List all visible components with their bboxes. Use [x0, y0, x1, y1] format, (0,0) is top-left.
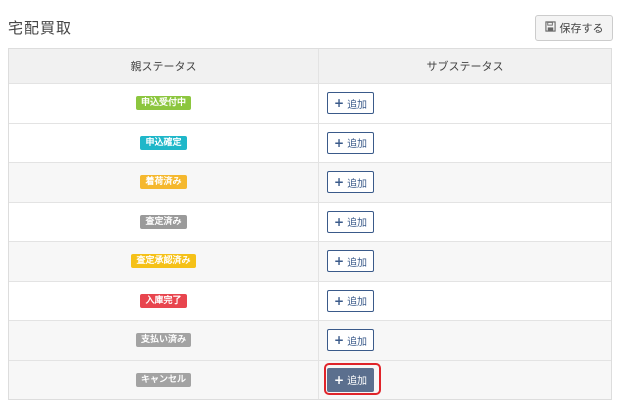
table-row: 査定承認済み + 追加: [9, 241, 611, 281]
add-button-label: 追加: [347, 336, 368, 348]
plus-icon: +: [334, 333, 345, 348]
focus-highlight: [324, 363, 381, 395]
table-row: 入庫完了 + 追加: [9, 280, 611, 320]
save-icon: [544, 21, 556, 35]
add-sub-status-button[interactable]: + 追加: [327, 250, 375, 273]
column-header-parent-status: 親ステータス: [130, 60, 197, 73]
table-row: 申込受付中 + 追加: [9, 83, 611, 123]
save-button[interactable]: 保存する: [535, 15, 613, 41]
add-button-label: 追加: [347, 99, 368, 111]
add-sub-status-button[interactable]: + 追加: [327, 92, 375, 115]
table-row: キャンセル + 追加: [9, 359, 611, 399]
add-sub-status-button[interactable]: + 追加: [327, 329, 375, 352]
plus-icon: +: [334, 214, 345, 229]
column-header-sub-status: サブステータス: [426, 60, 504, 73]
add-button-label: 追加: [347, 218, 368, 230]
table-row: 着荷済み + 追加: [9, 162, 611, 202]
add-button-label: 追加: [347, 297, 368, 309]
table-row: 支払い済み + 追加: [9, 320, 611, 360]
status-badge: 支払い済み: [135, 333, 191, 348]
plus-icon: +: [334, 254, 345, 269]
plus-icon: +: [334, 135, 345, 150]
page-header: 宅配買取 保存する: [0, 0, 621, 48]
add-sub-status-button[interactable]: + 追加: [327, 171, 375, 194]
status-badge: 申込確定: [140, 135, 187, 150]
add-sub-status-button[interactable]: + 追加: [327, 289, 375, 312]
page-title: 宅配買取: [8, 19, 73, 37]
add-sub-status-button[interactable]: + 追加: [327, 131, 375, 154]
status-badge: 申込受付中: [135, 96, 191, 111]
add-sub-status-button[interactable]: + 追加: [327, 210, 375, 233]
plus-icon: +: [334, 293, 345, 308]
status-badge: 査定承認済み: [131, 254, 196, 269]
table-row: 申込確定 + 追加: [9, 122, 611, 162]
status-badge: 入庫完了: [140, 293, 187, 308]
table-header-row: 親ステータス サブステータス: [9, 49, 611, 83]
add-button-label: 追加: [347, 139, 368, 151]
plus-icon: +: [334, 96, 345, 111]
save-button-label: 保存する: [559, 22, 604, 35]
status-badge: キャンセル: [135, 372, 191, 387]
status-badge: 着荷済み: [140, 175, 187, 190]
add-button-label: 追加: [347, 178, 368, 190]
table-row: 査定済み + 追加: [9, 201, 611, 241]
add-button-label: 追加: [347, 257, 368, 269]
status-table: 親ステータス サブステータス 申込受付中 + 追加 申込確定 + 追加 着荷済み +…: [8, 48, 612, 400]
plus-icon: +: [334, 175, 345, 190]
status-badge: 査定済み: [140, 214, 187, 229]
